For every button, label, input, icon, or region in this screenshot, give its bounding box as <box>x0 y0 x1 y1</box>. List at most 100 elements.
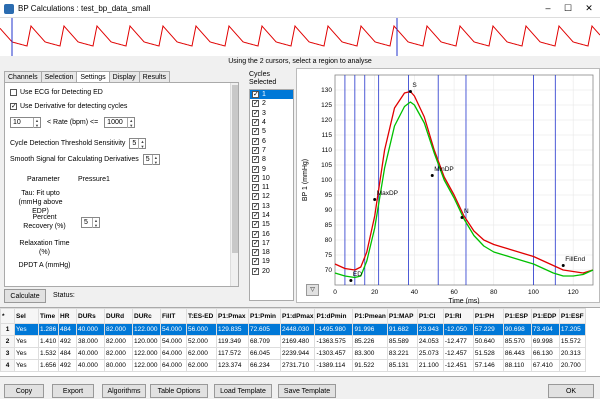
cycle-item[interactable]: 16 <box>250 229 293 238</box>
plot-menu-button[interactable]: ▽ <box>306 284 319 296</box>
bp-plot[interactable]: 70 75 80 85 90 95 100 105 110 115 120 125 130 0 20 40 60… <box>296 68 600 305</box>
table-cell[interactable]: 1 <box>0 323 15 336</box>
table-cell[interactable]: -1389.114 <box>314 359 354 372</box>
cycle-item[interactable]: 18 <box>250 248 293 257</box>
table-cell[interactable]: 86.443 <box>502 347 532 360</box>
cycle-checkbox[interactable] <box>252 183 259 192</box>
table-cell[interactable]: 25.073 <box>416 347 444 360</box>
cycle-checkbox[interactable] <box>252 127 259 136</box>
column-header[interactable]: T:ES-ED <box>186 308 217 324</box>
table-cell[interactable]: 90.698 <box>502 323 532 336</box>
param-value[interactable]: Pressure1 <box>78 176 110 183</box>
table-cell[interactable]: -12.451 <box>442 359 474 372</box>
table-cell[interactable]: -12.457 <box>442 347 474 360</box>
rate-min-value[interactable]: 10 <box>11 118 33 128</box>
table-cell[interactable]: 64.000 <box>160 347 187 360</box>
table-cell[interactable]: 85.589 <box>386 335 418 348</box>
table-cell[interactable]: 67.410 <box>530 359 560 372</box>
table-cell[interactable]: 24.053 <box>416 335 444 348</box>
cycle-checkbox[interactable] <box>252 239 259 247</box>
cycle-item[interactable]: 15 <box>250 220 293 229</box>
table-cell[interactable]: 2448.030 <box>279 323 316 336</box>
cycle-item[interactable]: 2 <box>250 99 293 108</box>
cycle-item[interactable]: 7 <box>250 146 293 155</box>
column-header[interactable]: P1:Pmin <box>248 308 281 324</box>
table-cell[interactable]: 69.998 <box>530 335 560 348</box>
cycle-item[interactable]: 13 <box>250 202 293 211</box>
cycle-sens-value[interactable]: 5 <box>130 139 138 149</box>
table-cell[interactable]: 66.234 <box>248 359 281 372</box>
table-cell[interactable]: 492 <box>58 359 77 372</box>
table-cell[interactable]: 56.000 <box>186 323 217 336</box>
table-cell[interactable]: Yes <box>14 335 39 348</box>
cycle-item[interactable]: 9 <box>250 164 293 173</box>
cycle-item[interactable]: 12 <box>250 192 293 201</box>
column-header[interactable]: P1:dPmax <box>279 308 316 324</box>
table-cell[interactable]: 85.570 <box>502 335 532 348</box>
cycle-checkbox[interactable] <box>252 202 259 210</box>
table-cell[interactable]: 80.000 <box>104 359 133 372</box>
use-deriv-option[interactable]: Use Derivative for detecting cycles <box>10 102 127 110</box>
table-cell[interactable]: -12.477 <box>442 335 474 348</box>
cycle-item[interactable]: 11 <box>250 183 293 192</box>
table-row[interactable]: 4 Yes 1.656 492 40.000 80.000 122.000 64.000 62.… <box>0 359 586 372</box>
table-cell[interactable]: 68.709 <box>248 335 281 348</box>
copy-button[interactable]: Copy <box>4 384 44 398</box>
table-cell[interactable]: 40.000 <box>76 347 105 360</box>
column-header[interactable]: HR <box>58 308 77 324</box>
cycle-checkbox[interactable] <box>252 192 259 201</box>
settings-scrollbar[interactable] <box>230 83 238 286</box>
table-cell[interactable]: 122.000 <box>132 323 161 336</box>
table-cell[interactable]: 85.226 <box>352 335 388 348</box>
cycle-checkbox[interactable] <box>252 109 259 117</box>
algorithms-button[interactable]: Algorithms <box>102 384 146 398</box>
column-header[interactable]: P1:Pmax <box>216 308 249 324</box>
table-cell[interactable]: 40.000 <box>76 323 105 336</box>
table-cell[interactable]: 40.000 <box>76 359 105 372</box>
table-cell[interactable]: 50.640 <box>472 335 504 348</box>
cycle-item[interactable]: 20 <box>250 267 293 276</box>
table-cell[interactable]: 21.100 <box>416 359 444 372</box>
cycle-checkbox[interactable] <box>252 155 259 164</box>
cycle-item[interactable]: 17 <box>250 239 293 248</box>
cycle-checkbox[interactable] <box>252 211 259 219</box>
results-table[interactable]: * Sel Time HR DURs DURd DURc FillT T:ES-ED P1:Pma… <box>0 307 600 377</box>
cycle-item[interactable]: 3 <box>250 109 293 118</box>
table-cell[interactable]: -1303.457 <box>314 347 354 360</box>
use-deriv-checkbox[interactable] <box>10 102 17 110</box>
close-button[interactable]: ✕ <box>583 3 595 14</box>
table-cell[interactable]: 85.131 <box>386 359 418 372</box>
table-cell[interactable]: 72.605 <box>248 323 281 336</box>
table-cell[interactable]: 57.146 <box>472 359 504 372</box>
cycle-checkbox[interactable] <box>252 257 259 266</box>
table-cell[interactable]: 2 <box>0 335 15 348</box>
column-header[interactable]: DURs <box>76 308 105 324</box>
table-cell[interactable]: 1.656 <box>38 359 59 372</box>
table-cell[interactable]: 64.000 <box>160 359 187 372</box>
cycle-item[interactable]: 6 <box>250 136 293 145</box>
spin-arrows-icon[interactable]: ▲ ▼ <box>92 217 99 228</box>
table-cell[interactable]: 23.943 <box>416 323 444 336</box>
table-cell[interactable]: Yes <box>14 359 39 372</box>
table-cell[interactable]: 3 <box>0 347 15 360</box>
tab-selection[interactable]: Selection <box>40 71 78 82</box>
cycle-item[interactable]: 10 <box>250 174 293 183</box>
spin-arrows-icon[interactable]: ▲ ▼ <box>138 138 145 149</box>
cycle-checkbox[interactable] <box>252 99 259 108</box>
table-cell[interactable]: 54.000 <box>160 323 187 336</box>
table-cell[interactable]: 62.000 <box>186 347 217 360</box>
table-cell[interactable]: 20.700 <box>558 359 586 372</box>
table-options-button[interactable]: Table Options <box>150 384 208 398</box>
table-cell[interactable]: -12.050 <box>442 323 474 336</box>
table-cell[interactable]: 484 <box>58 347 77 360</box>
cycles-list[interactable]: 1234567891011121314151617181920 <box>249 89 294 301</box>
maximize-button[interactable]: ☐ <box>562 3 574 14</box>
table-cell[interactable]: 83.221 <box>386 347 418 360</box>
table-cell[interactable]: Yes <box>14 347 39 360</box>
table-cell[interactable]: 62.000 <box>186 359 217 372</box>
table-row[interactable]: 3 Yes 1.532 484 40.000 82.000 122.000 64.000 62.… <box>0 347 586 360</box>
column-header[interactable]: P1:MAP <box>386 308 418 324</box>
table-cell[interactable]: -1495.980 <box>314 323 354 336</box>
table-row[interactable]: 2 Yes 1.410 492 38.000 82.000 120.000 54.000 52.… <box>0 335 586 348</box>
column-header[interactable]: * <box>0 308 15 324</box>
